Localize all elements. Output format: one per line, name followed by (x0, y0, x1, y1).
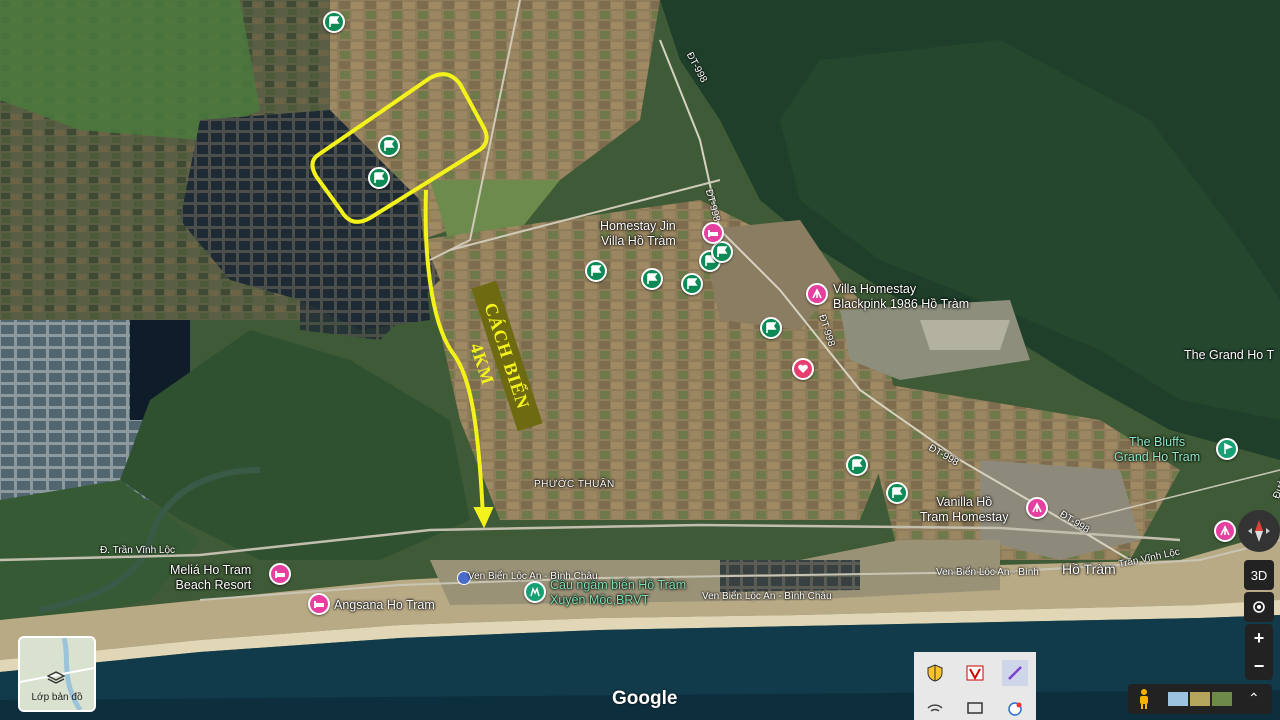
antivirus-icon[interactable] (964, 662, 986, 684)
map-layers-button[interactable]: Lớp bản đồ (18, 636, 96, 712)
hotel-pin[interactable] (1214, 520, 1236, 542)
label-line: Beach Resort (175, 578, 252, 592)
flag-pin[interactable] (368, 167, 390, 189)
label-ho-tram: Hồ Tràm (1062, 561, 1116, 577)
heart-pin[interactable] (792, 358, 814, 380)
label-the-grand[interactable]: The Grand Ho T (1184, 348, 1274, 363)
flag-pin[interactable] (378, 135, 400, 157)
google-logo: Google (612, 688, 678, 709)
monitor-icon[interactable] (964, 698, 986, 720)
road-label: Ven Biển Lộc An - Bình (936, 567, 1039, 578)
label-line: The Bluffs (1129, 435, 1186, 449)
label-homestay-jin[interactable]: Homestay Jin Villa Hồ Tràm (600, 219, 676, 249)
layers-label: Lớp bản đồ (31, 692, 83, 703)
pen-icon[interactable] (1002, 660, 1028, 686)
system-tray-popup (914, 652, 1036, 720)
flag-pin[interactable] (886, 482, 908, 504)
label-vanilla-homestay[interactable]: Vanilla Hồ Tram Homestay (920, 495, 1008, 525)
hotel-pin[interactable] (269, 563, 291, 585)
bottom-control-bar: ⌃ (1128, 684, 1272, 714)
flag-pin[interactable] (846, 454, 868, 476)
flag-pin[interactable] (641, 268, 663, 290)
imagery-thumbnail-2[interactable] (1190, 692, 1210, 706)
label-line: Tram Homestay (920, 510, 1009, 524)
imagery-thumbnail-1[interactable] (1168, 692, 1188, 706)
compass-icon (1248, 520, 1270, 542)
3d-toggle-button[interactable]: 3D (1244, 560, 1274, 590)
label-melia[interactable]: Meliá Ho Tram Beach Resort (170, 563, 251, 593)
wifi-icon[interactable] (924, 698, 946, 720)
shield-icon[interactable] (924, 662, 946, 684)
label-line: Blackpink 1986 Hồ Tràm (833, 297, 970, 311)
flag-pin[interactable] (681, 273, 703, 295)
flag-pin[interactable] (323, 11, 345, 33)
flag-pin[interactable] (760, 317, 782, 339)
road-label: Ven Biển Lộc An - Bình Châu (468, 571, 598, 582)
label-villa-blackpink[interactable]: Villa Homestay Blackpink 1986 Hồ Tràm (833, 282, 969, 312)
zoom-in-button[interactable]: + (1245, 624, 1273, 652)
hotel-pin[interactable] (702, 222, 724, 244)
label-line: Villa Homestay (833, 282, 917, 296)
satellite-map[interactable] (0, 0, 1280, 720)
road-label: Ven Biển Lộc An - Bình Châu (702, 591, 832, 602)
label-angsana[interactable]: Angsana Ho Tram (334, 598, 435, 613)
zoom-controls: + − (1245, 624, 1273, 680)
golf-pin[interactable] (1216, 438, 1238, 460)
zoom-out-button[interactable]: − (1245, 652, 1273, 680)
expand-button[interactable]: ⌃ (1248, 690, 1260, 707)
flag-pin[interactable] (711, 241, 733, 263)
compass-button[interactable] (1238, 510, 1280, 552)
label-phuoc-thuan: PHƯỚC THUẬN (534, 479, 615, 490)
hotel-pin[interactable] (1026, 497, 1048, 519)
pegman-icon[interactable] (1136, 688, 1152, 710)
chat-app-icon[interactable] (1004, 698, 1026, 720)
label-line: Homestay Jin (600, 219, 676, 233)
hotel-pin[interactable] (806, 283, 828, 305)
label-line: Vanilla Hồ (936, 495, 993, 509)
label-line: Villa Hồ Tràm (600, 234, 676, 248)
my-location-button[interactable] (1244, 592, 1274, 622)
layers-icon (46, 671, 66, 685)
label-line: Grand Ho Tram (1114, 450, 1201, 464)
landmark-pin[interactable] (524, 581, 546, 603)
imagery-thumbnail-3[interactable] (1212, 692, 1232, 706)
label-cau-ngam[interactable]: Cầu ngầm biển Hồ Tràm Xuyên Mộc,BRVT (550, 578, 686, 608)
location-target-icon (1253, 601, 1265, 613)
flag-pin[interactable] (585, 260, 607, 282)
road-label: Đ. Trần Vĩnh Lộc (100, 545, 176, 556)
hotel-pin[interactable] (308, 593, 330, 615)
label-line: Meliá Ho Tram (170, 563, 252, 577)
label-the-bluffs[interactable]: The Bluffs Grand Ho Tram (1114, 435, 1200, 465)
label-line: Xuyên Mộc,BRVT (550, 593, 650, 607)
